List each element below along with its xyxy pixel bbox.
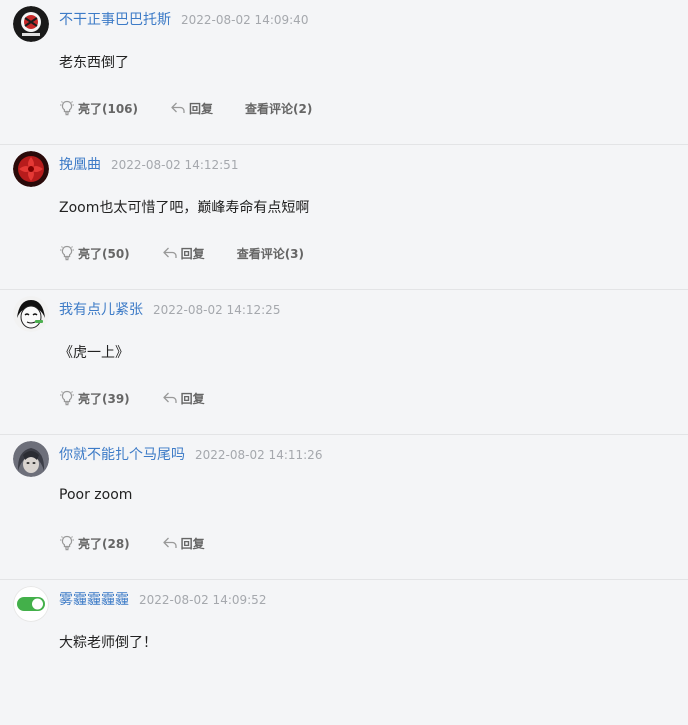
username[interactable]: 我有点儿紧张: [59, 302, 143, 318]
like-label: 亮了(50): [78, 246, 130, 261]
username[interactable]: 挽凰曲: [59, 157, 101, 173]
reply-button[interactable]: 回复: [162, 535, 205, 552]
username[interactable]: 你就不能扎个马尾吗: [59, 447, 185, 463]
comment-time: 2022-08-02 14:12:25: [153, 303, 281, 317]
comment-time: 2022-08-02 14:11:26: [195, 448, 323, 462]
comment-content: Poor zoom: [59, 487, 133, 503]
view-replies-link[interactable]: 查看评论(3): [237, 245, 304, 262]
reply-label: 回复: [180, 536, 205, 551]
comment-time: 2022-08-02 14:09:40: [181, 13, 309, 27]
reply-arrow-icon: [162, 245, 178, 261]
comment-list: 不干正事巴巴托斯 2022-08-02 14:09:40 老东西倒了 亮了(106…: [0, 0, 688, 725]
reply-button[interactable]: 回复: [170, 100, 213, 117]
like-button[interactable]: 亮了(39): [59, 390, 130, 407]
like-label: 亮了(39): [78, 391, 130, 406]
reply-button[interactable]: 回复: [162, 390, 205, 407]
username[interactable]: 不干正事巴巴托斯: [59, 12, 171, 28]
comment-content: 老东西倒了: [59, 55, 129, 71]
view-replies-link[interactable]: 查看评论(2): [245, 100, 312, 117]
lightbulb-icon: [59, 245, 75, 261]
comment-content: Zoom也太可惜了吧，巅峰寿命有点短啊: [59, 200, 310, 216]
comment-actions: 亮了(106) 回复 查看评论(2): [59, 98, 344, 118]
comment-actions: 亮了(50) 回复 查看评论(3): [59, 243, 336, 263]
comment-time: 2022-08-02 14:09:52: [139, 593, 267, 607]
reply-arrow-icon: [162, 535, 178, 551]
like-button[interactable]: 亮了(106): [59, 100, 138, 117]
user-avatar[interactable]: [13, 586, 49, 622]
user-avatar[interactable]: [13, 441, 49, 477]
lightbulb-icon: [59, 100, 75, 116]
comment-item: 不干正事巴巴托斯 2022-08-02 14:09:40 老东西倒了 亮了(106…: [0, 0, 688, 145]
comment-item: 你就不能扎个马尾吗 2022-08-02 14:11:26 Poor zoom 亮…: [0, 435, 688, 580]
like-button[interactable]: 亮了(50): [59, 245, 130, 262]
reply-arrow-icon: [170, 100, 186, 116]
comment-actions: 亮了(39) 回复: [59, 388, 237, 408]
comment-content: 《虎一上》: [59, 345, 129, 361]
like-label: 亮了(28): [78, 536, 130, 551]
comment-time: 2022-08-02 14:12:51: [111, 158, 239, 172]
user-avatar[interactable]: [13, 151, 49, 187]
user-avatar[interactable]: [13, 6, 49, 42]
reply-label: 回复: [180, 391, 205, 406]
like-button[interactable]: 亮了(28): [59, 535, 130, 552]
view-replies-label: 查看评论(2): [245, 101, 313, 116]
comment-item: 雾霾霾霾霾 2022-08-02 14:09:52 大粽老师倒了！: [0, 580, 688, 725]
lightbulb-icon: [59, 390, 75, 406]
comment-actions: 亮了(28) 回复: [59, 533, 237, 553]
comment-item: 挽凰曲 2022-08-02 14:12:51 Zoom也太可惜了吧，巅峰寿命有点…: [0, 145, 688, 290]
comment-item: 我有点儿紧张 2022-08-02 14:12:25 《虎一上》 亮了(39) 回…: [0, 290, 688, 435]
user-avatar[interactable]: [13, 296, 49, 332]
reply-button[interactable]: 回复: [162, 245, 205, 262]
comment-content: 大粽老师倒了！: [59, 635, 157, 651]
like-label: 亮了(106): [78, 101, 139, 116]
reply-arrow-icon: [162, 390, 178, 406]
username[interactable]: 雾霾霾霾霾: [59, 592, 129, 608]
lightbulb-icon: [59, 535, 75, 551]
reply-label: 回复: [189, 101, 214, 116]
reply-label: 回复: [180, 246, 205, 261]
view-replies-label: 查看评论(3): [236, 246, 305, 261]
